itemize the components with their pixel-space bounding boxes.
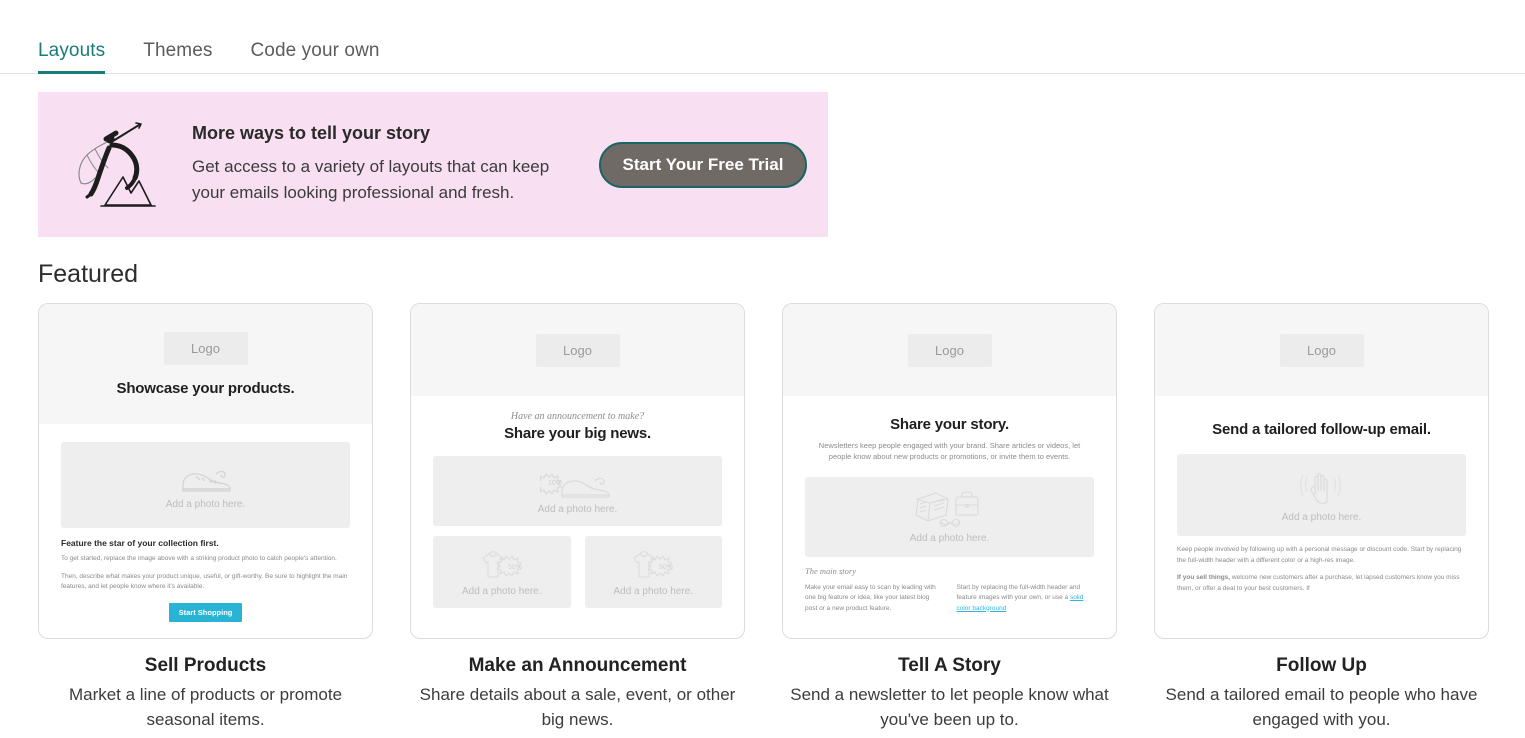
photo-placeholder-label: Add a photo here.	[165, 498, 246, 510]
photo-placeholder: Add a photo here.	[1177, 454, 1466, 537]
preview-column-right: Start by replacing the full-width header…	[957, 583, 1095, 615]
preview-paragraph-2: Then, describe what makes your product u…	[61, 572, 348, 591]
photo-placeholder: Add a photo here.	[805, 476, 1094, 557]
photo-placeholder-left: 50% Add a photo here.	[433, 536, 571, 608]
waving-hand-icon	[1296, 468, 1348, 508]
preview-headline: Send a tailored follow-up email.	[1212, 421, 1431, 438]
preview-body: Send a tailored follow-up email. Add a p…	[1155, 396, 1488, 594]
preview-header: Logo	[783, 304, 1116, 396]
photo-placeholder-main: 10% Add a photo here.	[433, 456, 722, 526]
card-caption-title: Sell Products	[144, 655, 267, 676]
tshirt-50-percent-icon: 50%	[473, 548, 531, 582]
start-shopping-button[interactable]: Start Shopping	[168, 602, 243, 622]
logo-placeholder: Logo	[163, 331, 248, 365]
photo-placeholder-label: Add a photo here.	[1281, 511, 1362, 523]
preview-headline: Share your story.	[890, 416, 1009, 433]
promo-text-block: More ways to tell your story Get access …	[170, 123, 578, 206]
card-caption: Make an Announcement Share details about…	[410, 655, 745, 732]
start-free-trial-button[interactable]: Start Your Free Trial	[598, 141, 808, 188]
preview-header: Logo	[411, 304, 744, 396]
photo-placeholder-label: Add a photo here.	[461, 585, 542, 597]
preview-subheading: Feature the star of your collection firs…	[61, 538, 219, 548]
promo-title: More ways to tell your story	[192, 123, 431, 144]
preview-paragraph-1: To get started, replace the image above …	[61, 555, 337, 562]
photo-placeholder-label: Add a photo here.	[613, 585, 693, 597]
newspaper-and-briefcase-icon	[914, 489, 986, 529]
card-caption-title: Make an Announcement	[468, 655, 687, 676]
caped-person-leaping-over-mountains-icon	[60, 115, 170, 215]
tab-themes[interactable]: Themes	[124, 40, 231, 74]
card-caption-title: Tell A Story	[898, 655, 1001, 676]
preview-body: Add a photo here. Feature the star of yo…	[39, 424, 372, 622]
preview-column-right-text: Start by replacing the full-width header…	[956, 583, 1081, 602]
photo-placeholder-label: Add a photo here.	[909, 533, 990, 544]
svg-text:50%: 50%	[659, 564, 673, 571]
card-caption: Follow Up Send a tailored email to peopl…	[1154, 655, 1489, 732]
shoe-icon	[178, 461, 234, 495]
promo-banner: More ways to tell your story Get access …	[38, 92, 828, 237]
card-caption-description: Send a tailored email to people who have…	[1165, 685, 1478, 729]
preview-body: Share your story. Newsletters keep peopl…	[783, 396, 1116, 614]
preview-column-left: Make your email easy to scan by leading …	[805, 583, 936, 612]
shoe-discount-icon: 10%	[539, 468, 616, 500]
preview-subhead: Newsletters keep people engaged with you…	[818, 441, 1081, 462]
layout-card-sell-products: Logo Showcase your products. Add a photo…	[38, 303, 373, 732]
layout-preview-sell-products[interactable]: Logo Showcase your products. Add a photo…	[38, 303, 373, 639]
tab-layouts[interactable]: Layouts	[38, 40, 124, 74]
promo-cta-wrapper: Start Your Free Trial	[578, 141, 828, 188]
preview-headline: Showcase your products.	[116, 379, 295, 397]
promo-body: Get access to a variety of layouts that …	[192, 157, 550, 202]
preview-paragraph-2-bold: If you sell things,	[1177, 574, 1231, 582]
preview-story-label: The main story	[805, 565, 856, 576]
layout-card-make-an-announcement: Logo Have an announcement to make? Share…	[410, 303, 745, 732]
layout-card-tell-a-story: Logo Share your story. Newsletters keep …	[782, 303, 1117, 732]
preview-header: Logo Showcase your products.	[39, 304, 372, 424]
tab-bar: Layouts Themes Code your own	[0, 0, 1525, 74]
logo-placeholder: Logo	[535, 333, 620, 367]
logo-placeholder: Logo	[1279, 333, 1364, 367]
layout-preview-follow-up[interactable]: Logo Send a tailored follow-up email. Ad…	[1154, 303, 1489, 639]
preview-eyebrow: Have an announcement to make?	[510, 411, 645, 422]
tab-code-your-own[interactable]: Code your own	[231, 40, 398, 74]
photo-placeholder-label: Add a photo here.	[537, 503, 618, 515]
card-caption-title: Follow Up	[1276, 655, 1367, 676]
card-caption-description: Share details about a sale, event, or ot…	[419, 685, 736, 729]
svg-text:50%: 50%	[508, 564, 522, 571]
card-caption-description: Send a newsletter to let people know wha…	[790, 685, 1109, 729]
preview-header: Logo	[1155, 304, 1488, 396]
layout-preview-tell-a-story[interactable]: Logo Share your story. Newsletters keep …	[782, 303, 1117, 639]
featured-heading: Featured	[38, 260, 139, 288]
preview-body: Have an announcement to make? Share your…	[411, 396, 744, 608]
preview-paragraph-1: Keep people involved by following up wit…	[1177, 546, 1462, 564]
card-caption-description: Market a line of products or promote sea…	[68, 685, 343, 729]
layout-preview-make-an-announcement[interactable]: Logo Have an announcement to make? Share…	[410, 303, 745, 639]
preview-paragraph-2: If you sell things, welcome new customer…	[1177, 573, 1466, 594]
svg-text:10%: 10%	[548, 480, 562, 487]
tshirt-50-percent-icon: 50%	[624, 548, 682, 582]
logo-placeholder: Logo	[907, 333, 992, 367]
card-caption: Tell A Story Send a newsletter to let pe…	[782, 655, 1117, 732]
photo-placeholder-right: 50% Add a photo here.	[584, 536, 722, 608]
card-caption: Sell Products Market a line of products …	[38, 655, 373, 732]
photo-placeholder: Add a photo here.	[61, 442, 350, 528]
preview-headline: Share your big news.	[504, 425, 651, 442]
layout-card-grid: Logo Showcase your products. Add a photo…	[38, 303, 1525, 732]
layout-card-follow-up: Logo Send a tailored follow-up email. Ad…	[1154, 303, 1489, 732]
